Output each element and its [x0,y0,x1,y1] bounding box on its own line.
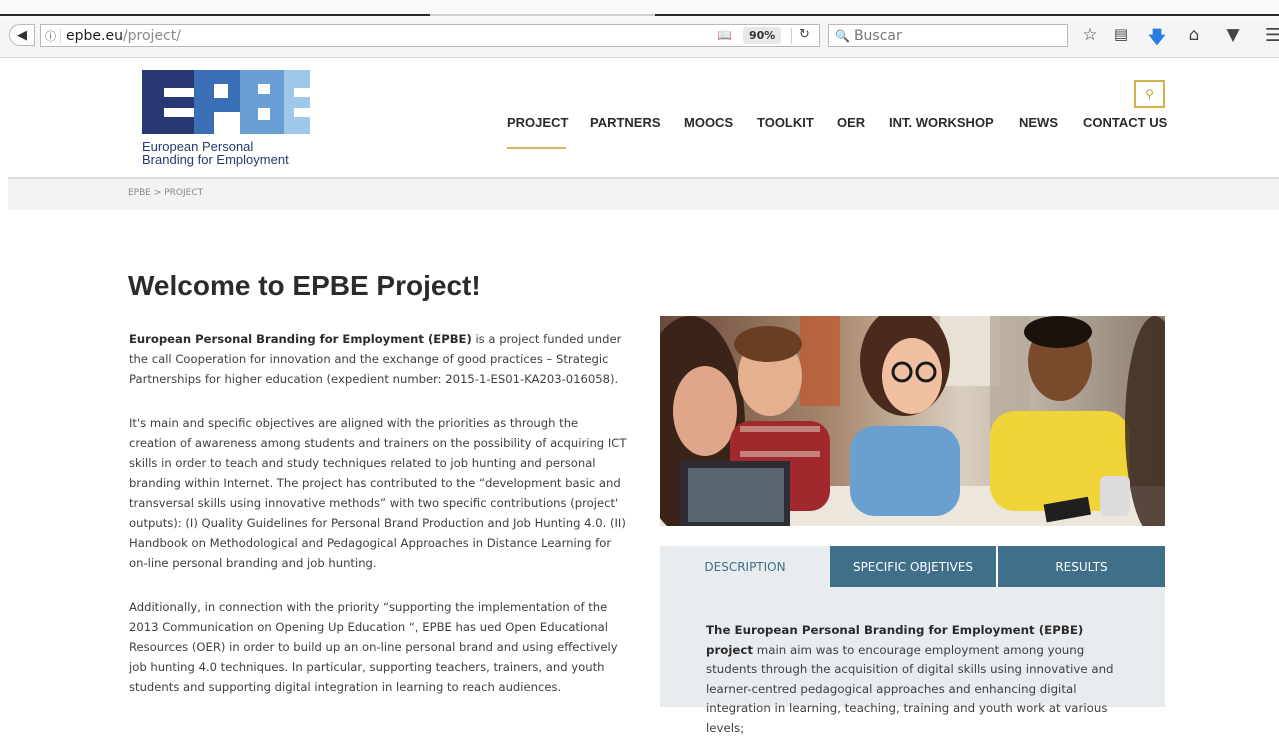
download-icon[interactable]: 🡇 [1146,25,1168,54]
logo-tagline: European Personal Branding for Employmen… [142,139,289,167]
breadcrumb-text: EPBE > PROJECT [128,188,204,198]
home-icon[interactable]: ⌂ [1183,25,1205,45]
nav-project[interactable]: PROJECT [507,115,568,130]
reader-view-icon[interactable]: 📖 [717,28,732,42]
reload-icon[interactable]: ↻ [799,27,810,42]
url-path: /project/ [122,27,181,44]
arrow-left-icon: ◀ [17,27,27,43]
tab-panel-description: The European Personal Branding for Emplo… [660,587,1165,735]
nav-int-workshop[interactable]: INT. WORKSHOP [889,115,994,130]
zoom-level-button[interactable]: 90% [743,27,782,44]
search-icon: 🔍 [835,28,850,43]
oer-paragraph: Additionally, in connection with the pri… [129,600,618,694]
menu-icon[interactable]: ☰ [1262,25,1279,46]
bookmark-star-icon[interactable]: ☆ [1079,25,1101,45]
project-tabs: DESCRIPTION SPECIFIC OBJETIVES RESULTS [660,546,1165,587]
nav-partners[interactable]: PARTNERS [590,115,661,130]
nav-news[interactable]: NEWS [1019,115,1058,130]
students-photo-image [660,316,1165,526]
breadcrumb: EPBE > PROJECT [8,177,1279,210]
info-icon[interactable]: ⓘ [41,27,61,44]
browser-search-box[interactable]: 🔍 [828,24,1068,47]
nav-moocs[interactable]: MOOCS [684,115,733,130]
back-button[interactable]: ◀ [9,24,35,46]
tab-description[interactable]: DESCRIPTION [660,546,830,587]
description-text: The European Personal Branding for Emplo… [706,621,1126,738]
pocket-icon[interactable]: ▼ [1222,25,1244,45]
page-title: Welcome to EPBE Project! [128,270,481,301]
nav-toolkit[interactable]: TOOLKIT [757,115,814,130]
description-rest: main aim was to encourage employment amo… [706,642,1114,735]
browser-toolbar: ◀ ⓘ epbe.eu/project/ 📖 90% ↻ 🔍 ☆ ▤ 🡇 ⌂ ▼… [0,0,1279,58]
active-nav-indicator [507,147,566,149]
site-search-button[interactable]: ⚲ [1134,80,1165,108]
browser-search-input[interactable] [853,27,1054,44]
intro-paragraph: European Personal Branding for Employmen… [129,329,629,389]
objectives-paragraph: It's main and specific objectives are al… [129,416,627,570]
bookmarks-list-icon[interactable]: ▤ [1110,25,1132,43]
tab-specific-objetives[interactable]: SPECIFIC OBJETIVES [830,546,998,587]
main-navigation: PROJECT PARTNERS MOOCS TOOLKIT OER INT. … [0,115,1279,135]
url-host: epbe.eu [66,27,123,44]
intro-paragraph-bold: European Personal Branding for Employmen… [129,332,472,346]
url-bar[interactable]: ⓘ epbe.eu/project/ 📖 90% ↻ [40,24,820,47]
tab-strip [0,0,1279,20]
nav-oer[interactable]: OER [837,115,865,130]
nav-contact-us[interactable]: CONTACT US [1083,115,1167,130]
search-icon: ⚲ [1145,87,1154,101]
tab-results[interactable]: RESULTS [998,546,1165,587]
students-photo [660,316,1165,526]
